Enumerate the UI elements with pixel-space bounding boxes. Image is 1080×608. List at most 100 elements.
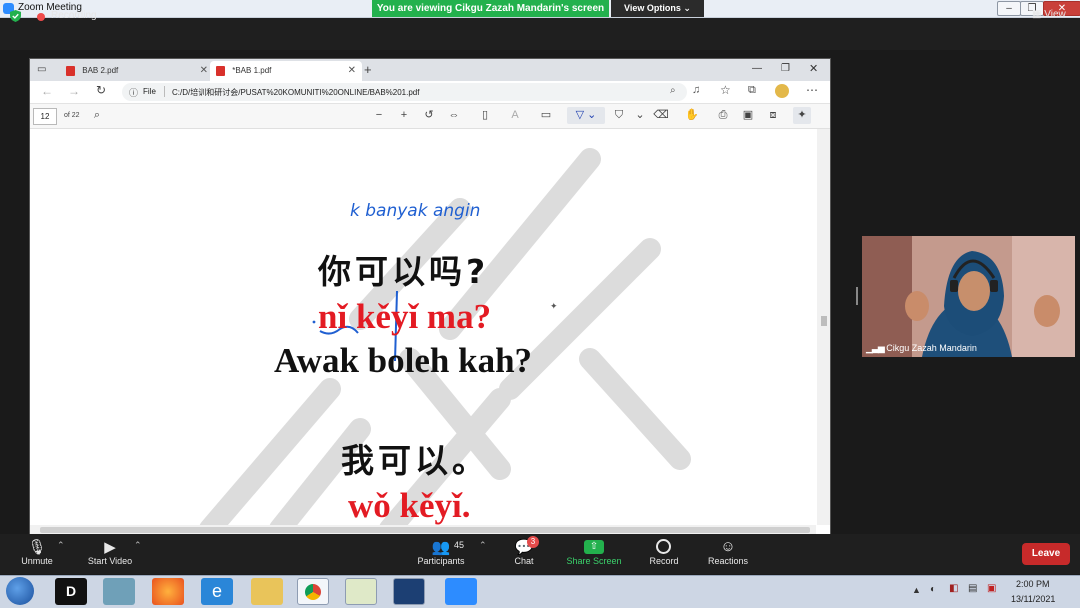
info-icon[interactable]: ⓘ xyxy=(129,86,138,99)
taskbar-app-monitor-icon[interactable] xyxy=(393,578,425,605)
minimize-button[interactable]: – xyxy=(997,1,1021,16)
favorites-icon[interactable]: ☆ xyxy=(720,83,731,97)
clock-time[interactable]: 2:00 PM xyxy=(1016,579,1050,589)
zoom-search-icon[interactable]: ⌕ xyxy=(670,85,676,96)
collections-icon[interactable]: ⧉ xyxy=(748,84,756,97)
clock-date[interactable]: 13/11/2021 xyxy=(1011,594,1055,604)
chevron-up-icon[interactable]: ⌃ xyxy=(479,540,487,551)
pdf-toolbar: 12 of 22 ⌕ − + ↺ ⇔ ▯ A ▭ ▽ ⌄ ⛉ ⌄ ⌫ ✋ ⎙ ▣… xyxy=(30,104,830,129)
page-view-icon[interactable]: ▯ xyxy=(476,107,494,124)
search-icon[interactable]: ⌕ xyxy=(88,107,106,124)
highlighter-icon[interactable]: ⛉ xyxy=(610,107,628,124)
record-button[interactable]: Record xyxy=(644,556,684,566)
tab-actions-icon[interactable]: ▭ xyxy=(37,64,46,75)
fit-width-icon[interactable]: ⇔ xyxy=(445,107,463,124)
view-options-button[interactable]: View Options ⌄ xyxy=(611,0,704,17)
address-bar: ← → ↻ ⓘ File C:/D/培训和研讨会/PUSAT%20KOMUNIT… xyxy=(30,81,830,104)
show-hidden-icons[interactable]: ▲ xyxy=(912,585,921,595)
eraser-icon[interactable]: ⌫ xyxy=(652,107,670,124)
print-icon[interactable]: ⎙ xyxy=(714,107,732,124)
close-window-icon[interactable]: ✕ xyxy=(809,62,818,75)
read-aloud-icon[interactable]: ♫ xyxy=(692,84,700,96)
firefox-icon[interactable] xyxy=(152,578,184,605)
taskbar-app-network-icon[interactable] xyxy=(103,578,135,605)
url-text: C:/D/培训和研讨会/PUSAT%20KOMUNITI%20ONLINE/BA… xyxy=(172,88,420,97)
handwritten-annotation: k banyak angin xyxy=(350,201,481,221)
recording-icon xyxy=(37,13,45,21)
view-options-label: View Options xyxy=(624,3,681,13)
shield-icon[interactable] xyxy=(10,10,21,22)
new-tab-button[interactable]: + xyxy=(364,62,372,77)
refresh-icon[interactable]: ↻ xyxy=(96,83,106,97)
chevron-up-icon[interactable]: ⌃ xyxy=(134,540,142,551)
panel-splitter[interactable] xyxy=(856,287,858,305)
zoom-taskbar-icon[interactable] xyxy=(445,578,477,605)
meeting-controls xyxy=(0,534,1080,574)
cursor-indicator: ✦ xyxy=(550,301,558,311)
save-as-icon[interactable]: ⧈ xyxy=(764,107,782,124)
back-icon[interactable]: ← xyxy=(41,84,53,98)
draw-pen-icon[interactable]: ▽ ⌄ xyxy=(567,107,605,124)
zoom-out-icon[interactable]: − xyxy=(370,107,388,124)
start-button[interactable] xyxy=(6,577,34,605)
tab-label: *BAB 1.pdf xyxy=(232,66,272,75)
reactions-icon[interactable]: ☺ xyxy=(718,538,738,555)
vertical-scrollbar[interactable] xyxy=(817,129,830,525)
volume-icon[interactable]: ◐ xyxy=(930,584,936,595)
url-field[interactable]: ⓘ File C:/D/培训和研讨会/PUSAT%20KOMUNITI%20ON… xyxy=(122,83,687,101)
microphone-muted-icon[interactable]: 🎙 xyxy=(26,538,48,556)
close-tab-icon[interactable]: ✕ xyxy=(348,61,356,81)
close-tab-icon[interactable]: ✕ xyxy=(200,61,208,81)
participants-count: 45 xyxy=(454,540,465,550)
chat-button[interactable]: Chat xyxy=(506,556,542,566)
participant-video[interactable] xyxy=(862,236,1075,357)
restore-icon[interactable]: ❐ xyxy=(781,63,790,74)
view-button[interactable]: ▦ View xyxy=(1032,9,1066,20)
vertical-scroll-thumb[interactable] xyxy=(821,316,827,326)
rotate-icon[interactable]: ↺ xyxy=(420,107,438,124)
video-off-icon[interactable]: ▶ xyxy=(98,538,122,556)
share-screen-button[interactable]: Share Screen xyxy=(562,556,626,566)
page-number-input[interactable]: 12 xyxy=(33,108,57,125)
network-icon[interactable]: ▤ xyxy=(968,583,977,594)
power-alert-icon[interactable]: ▣ xyxy=(987,583,996,594)
answer-chinese: 我可以。 xyxy=(341,441,489,480)
forward-icon[interactable]: → xyxy=(68,84,80,98)
profile-avatar[interactable] xyxy=(775,84,789,98)
minimize-icon[interactable]: — xyxy=(752,63,762,74)
chevron-up-icon[interactable]: ⌃ xyxy=(57,540,65,551)
read-aloud-text-icon[interactable]: A xyxy=(506,107,524,124)
unmute-button[interactable]: Unmute xyxy=(14,556,60,566)
chrome-icon[interactable] xyxy=(297,578,329,605)
file-explorer-icon[interactable] xyxy=(251,578,283,605)
taskbar-app-d-icon[interactable]: D xyxy=(55,578,87,605)
chrome-logo xyxy=(305,584,321,600)
participant-name-label: Cikgu Zazah Mandarin xyxy=(886,343,977,353)
touch-icon[interactable]: ✋ xyxy=(683,107,701,124)
leave-button[interactable]: Leave xyxy=(1022,543,1070,565)
internet-explorer-icon[interactable]: e xyxy=(201,578,233,605)
zoom-in-icon[interactable]: + xyxy=(395,107,413,124)
shared-browser-window: ▭ BAB 2.pdf ✕ *BAB 1.pdf ✕ + — ❐ ✕ ← → ↻… xyxy=(29,58,831,536)
horizontal-scroll-thumb[interactable] xyxy=(40,527,810,533)
start-video-button[interactable]: Start Video xyxy=(80,556,140,566)
more-menu-icon[interactable]: ⋯ xyxy=(806,83,818,97)
share-screen-icon[interactable]: ⇧ xyxy=(584,540,604,554)
participants-button[interactable]: Participants xyxy=(410,556,472,566)
tray-app-icon[interactable]: ◧ xyxy=(949,583,958,594)
meeting-info-bar xyxy=(0,18,1080,50)
taskbar-app-notes-icon[interactable] xyxy=(345,578,377,605)
record-icon[interactable] xyxy=(656,539,671,554)
recording-label[interactable]: Recording xyxy=(51,10,97,21)
tab-bab-2[interactable]: BAB 2.pdf ✕ xyxy=(60,61,214,81)
pdf-page[interactable]: k banyak angin ✦ 你可以吗? nǐ kěyǐ ma? Awak … xyxy=(30,129,816,525)
participants-icon[interactable]: 👥 xyxy=(430,538,452,556)
pin-toolbar-icon[interactable]: ✦ xyxy=(793,107,811,124)
reactions-button[interactable]: Reactions xyxy=(702,556,754,566)
save-icon[interactable]: ▣ xyxy=(739,107,757,124)
tab-bab-1[interactable]: *BAB 1.pdf ✕ xyxy=(210,61,362,81)
url-divider xyxy=(164,86,165,97)
chevron-down-icon[interactable]: ⌄ xyxy=(631,107,649,124)
text-tool-icon[interactable]: ▭ xyxy=(537,107,555,124)
signal-strength-icon: ▁▃▅ xyxy=(866,343,885,353)
